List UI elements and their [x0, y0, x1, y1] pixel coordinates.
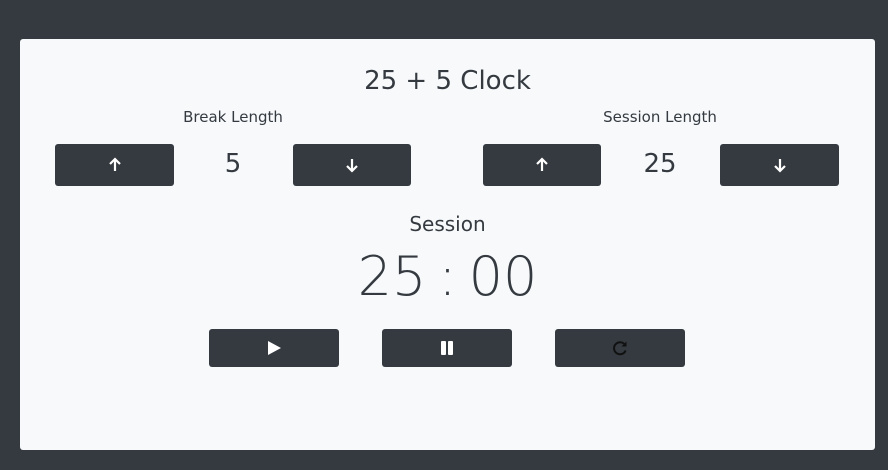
- break-increment-button[interactable]: [55, 144, 174, 186]
- arrow-up-icon: [108, 157, 121, 171]
- timer-label: Session: [409, 212, 486, 236]
- play-icon: [268, 341, 281, 355]
- arrow-down-icon: [773, 159, 786, 173]
- break-decrement-button[interactable]: [293, 144, 411, 186]
- app-title: 25 + 5 Clock: [364, 66, 531, 96]
- reset-icon: [613, 341, 627, 356]
- arrow-down-icon: [346, 159, 358, 173]
- session-length-value: 25: [643, 149, 677, 179]
- arrow-up-icon: [536, 157, 548, 171]
- time-left: 25:00: [20, 245, 875, 309]
- time-separator: :: [438, 245, 457, 308]
- time-seconds: 00: [468, 245, 538, 308]
- session-label: Session Length: [603, 108, 717, 126]
- session-decrement-button[interactable]: [720, 144, 839, 186]
- clock-card: 25 + 5 Clock Break Length 5 Session Leng…: [20, 39, 875, 450]
- pause-button[interactable]: [382, 329, 512, 367]
- time-minutes: 25: [357, 245, 427, 308]
- pause-icon: [441, 341, 453, 355]
- break-label: Break Length: [183, 108, 283, 126]
- reset-button[interactable]: [555, 329, 685, 367]
- session-increment-button[interactable]: [483, 144, 601, 186]
- break-length-value: 5: [224, 149, 242, 179]
- play-button[interactable]: [209, 329, 339, 367]
